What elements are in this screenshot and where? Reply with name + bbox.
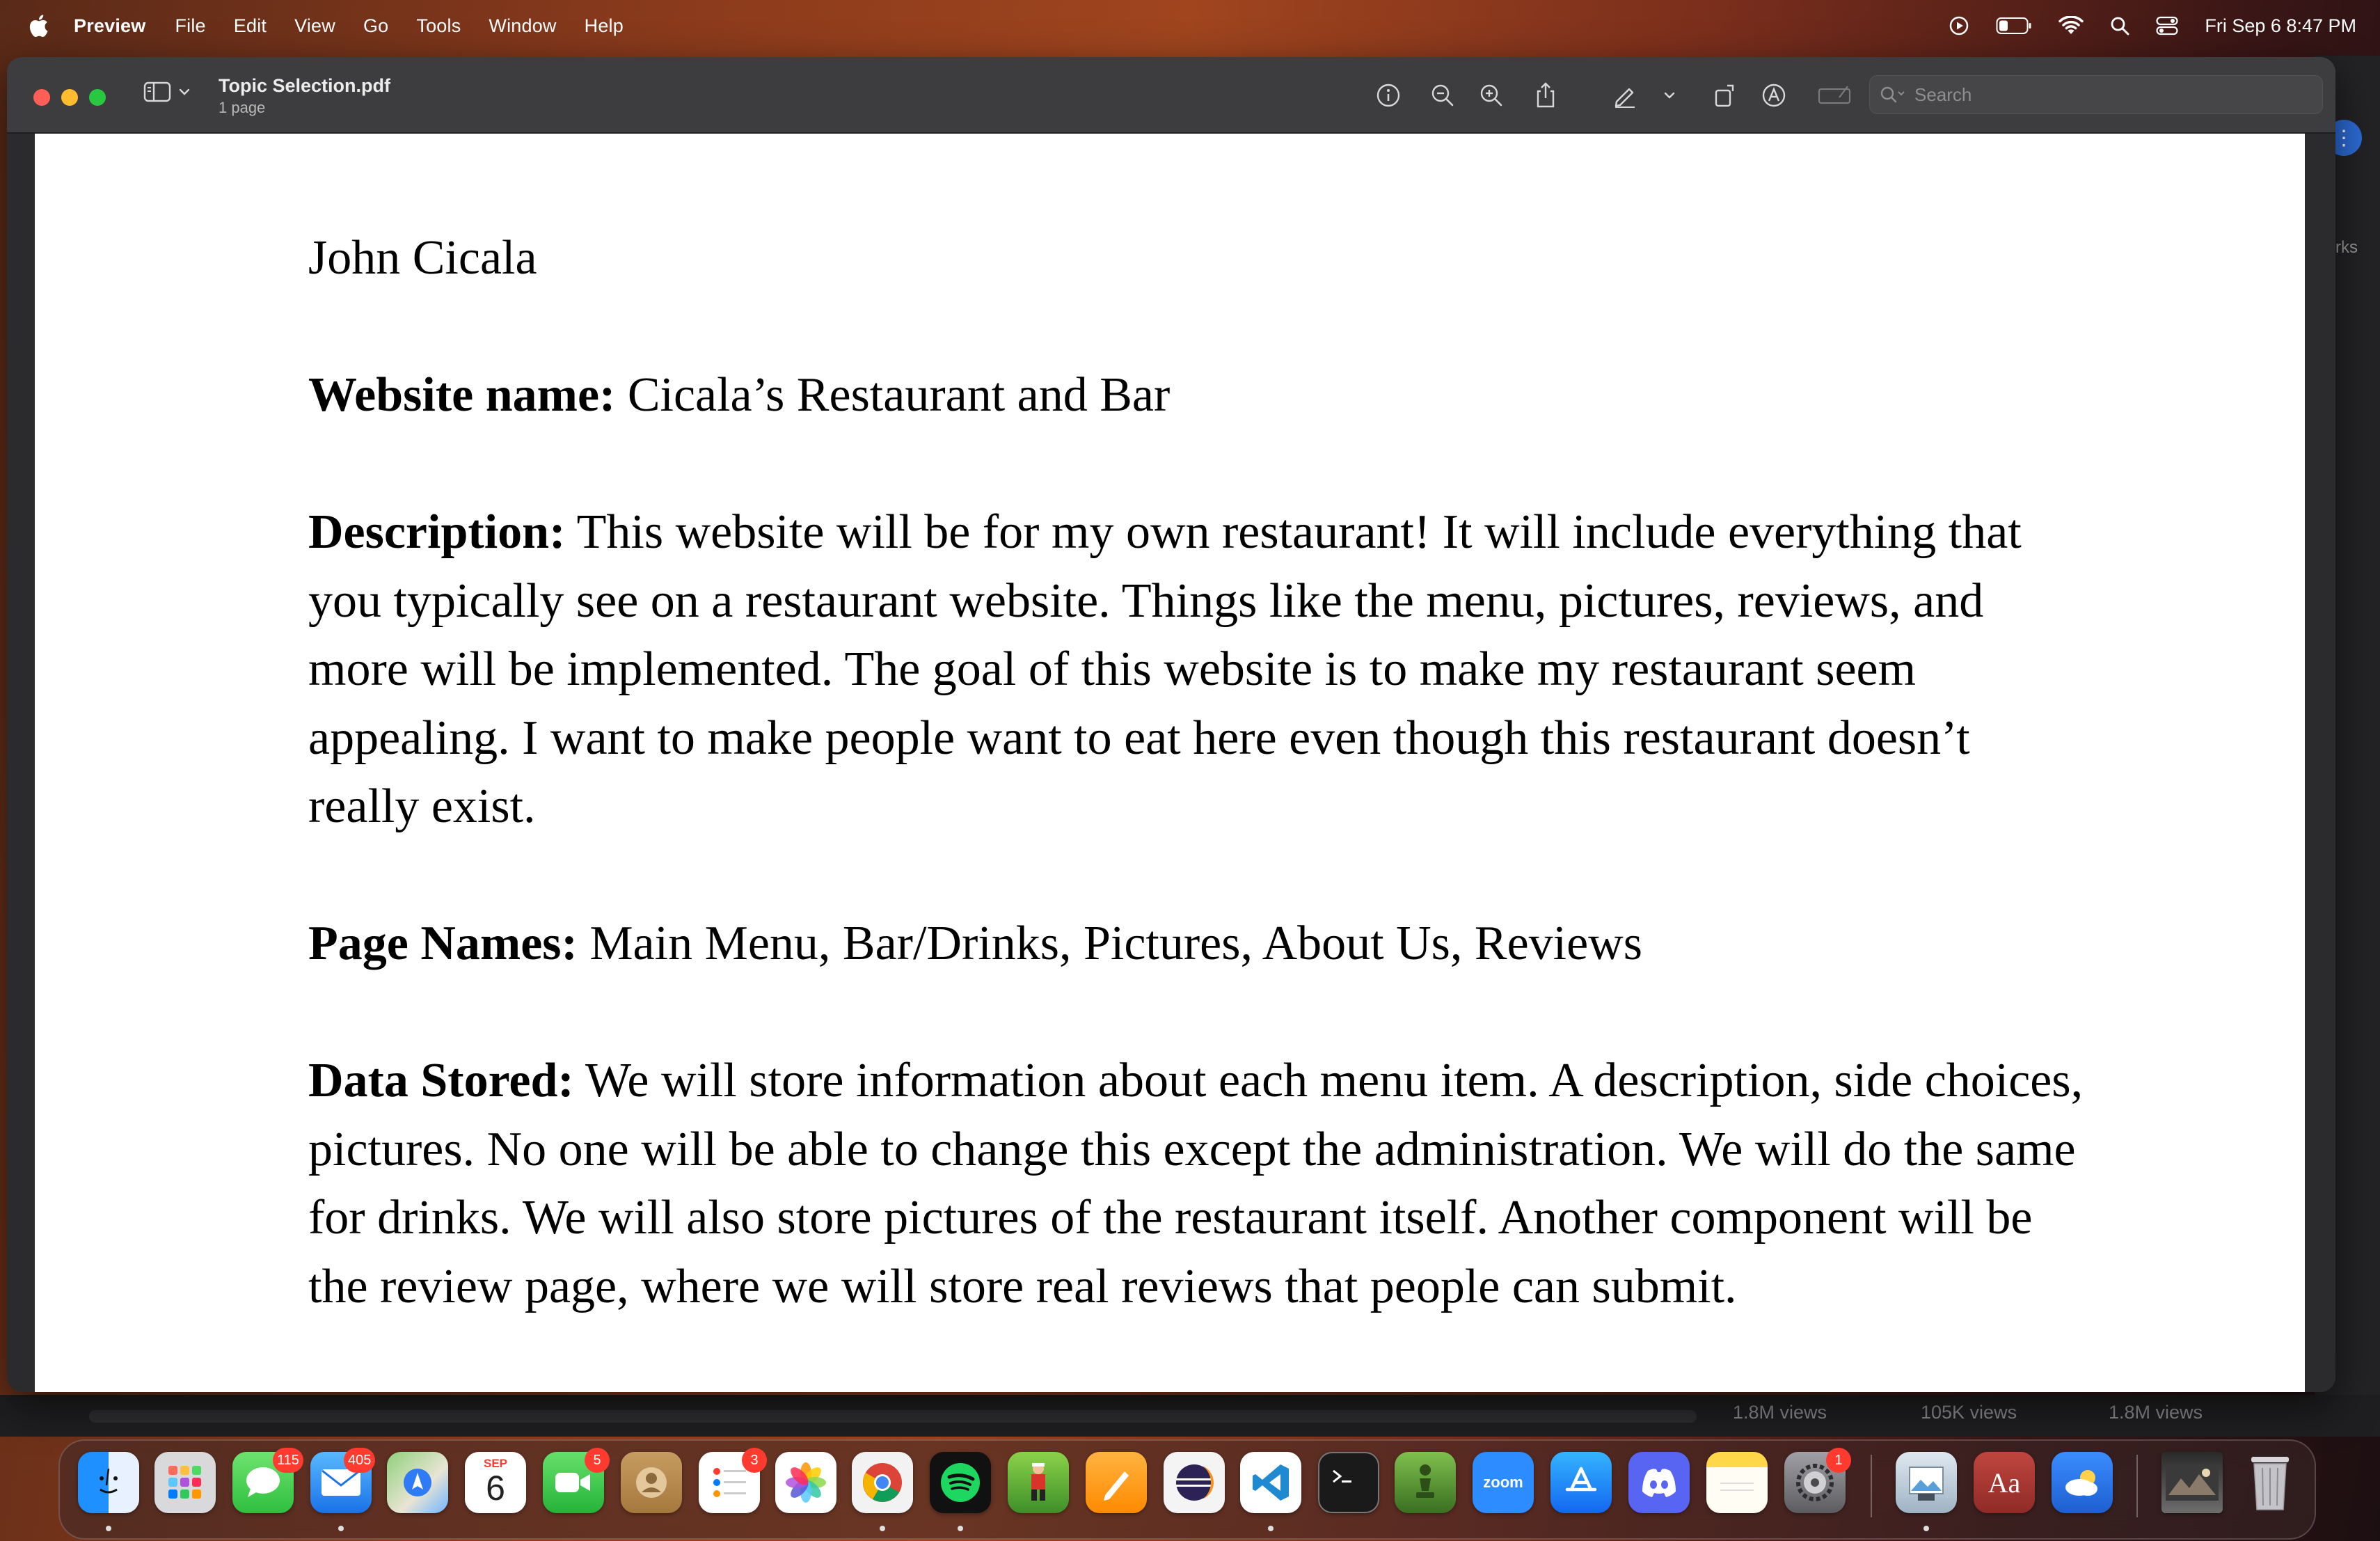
sidebar-icon — [143, 81, 171, 106]
website-name-label: Website name: — [308, 368, 616, 422]
dock-separator — [2136, 1455, 2138, 1517]
reminders-badge: 3 — [742, 1448, 767, 1473]
search-input[interactable] — [1913, 83, 2306, 106]
finder-icon[interactable] — [78, 1452, 139, 1513]
weather-icon[interactable] — [2052, 1452, 2113, 1513]
running-indicator — [338, 1526, 344, 1531]
menu-window[interactable]: Window — [489, 15, 556, 37]
terminal-icon[interactable] — [1318, 1452, 1379, 1513]
pdf-page: John Cicala Website name: Cicala’s Resta… — [35, 134, 2305, 1392]
video-views-label: 1.8M views — [2109, 1402, 2203, 1423]
video-views-label: 105K views — [1921, 1402, 2017, 1423]
search-icon — [1880, 86, 1907, 104]
running-indicator — [106, 1526, 111, 1531]
video-views-label: 1.8M views — [1733, 1402, 1827, 1423]
description-label: Description: — [308, 505, 566, 559]
background-side-label: rks — [2335, 238, 2358, 257]
document-view[interactable]: John Cicala Website name: Cicala’s Resta… — [7, 134, 2335, 1392]
menu-bar: Preview File Edit View Go Tools Window H… — [0, 0, 2380, 52]
photos-icon[interactable] — [775, 1452, 836, 1513]
pages-icon[interactable] — [1086, 1452, 1147, 1513]
menu-help[interactable]: Help — [585, 15, 624, 37]
description-text: This website will be for my own restaura… — [308, 505, 2022, 833]
rotate-icon[interactable] — [1709, 79, 1741, 111]
running-indicator — [1923, 1526, 1929, 1531]
form-fill-icon — [1816, 79, 1853, 111]
menu-tools[interactable]: Tools — [416, 15, 461, 37]
game-app-icon[interactable] — [1008, 1452, 1069, 1513]
chrome-icon[interactable] — [852, 1452, 913, 1513]
chevron-down-icon — [178, 87, 191, 100]
running-indicator — [958, 1526, 963, 1531]
spotlight-search-icon[interactable] — [2110, 16, 2129, 35]
notes-icon[interactable] — [1706, 1452, 1768, 1513]
launchpad-icon[interactable] — [154, 1452, 216, 1513]
website-name-paragraph: Website name: Cicala’s Restaurant and Ba… — [308, 361, 2090, 430]
system-settings-badge: 1 — [1826, 1448, 1851, 1473]
contacts-icon[interactable] — [621, 1452, 682, 1513]
zoom-window-button[interactable] — [89, 89, 106, 106]
data-stored-label: Data Stored: — [308, 1054, 574, 1107]
markup-pen-icon[interactable] — [1609, 79, 1641, 111]
wifi-icon[interactable] — [2058, 16, 2084, 35]
page-names-value: Main Menu, Bar/Drinks, Pictures, About U… — [577, 917, 1642, 970]
running-indicator — [880, 1526, 885, 1531]
zoom-label: zoom — [1483, 1473, 1523, 1491]
sidebar-toggle-button[interactable] — [143, 81, 191, 106]
website-name-value: Cicala’s Restaurant and Bar — [615, 368, 1171, 422]
battery-icon[interactable] — [1996, 17, 2032, 35]
page-names-paragraph: Page Names: Main Menu, Bar/Drinks, Pictu… — [308, 910, 2090, 979]
zoom-icon[interactable]: zoom — [1473, 1452, 1534, 1513]
data-stored-paragraph: Data Stored: We will store information a… — [308, 1047, 2090, 1321]
calendar-day: 6 — [486, 1469, 505, 1508]
menu-edit[interactable]: Edit — [234, 15, 267, 37]
data-stored-text: We will store information about each men… — [308, 1054, 2084, 1313]
control-center-icon[interactable] — [2156, 16, 2178, 35]
menubar-clock[interactable]: Fri Sep 6 8:47 PM — [2205, 15, 2356, 37]
maps-icon[interactable] — [387, 1452, 448, 1513]
document-page-count: 1 page — [219, 99, 266, 116]
eclipse-icon[interactable] — [1164, 1452, 1225, 1513]
chess-icon[interactable] — [1395, 1452, 1456, 1513]
page-names-label: Page Names: — [308, 917, 578, 970]
vscode-icon[interactable] — [1240, 1452, 1301, 1513]
facetime-badge: 5 — [585, 1448, 610, 1473]
menu-file[interactable]: File — [175, 15, 205, 37]
menu-view[interactable]: View — [294, 15, 335, 37]
menu-go[interactable]: Go — [363, 15, 388, 37]
search-field[interactable] — [1869, 75, 2323, 114]
dictionary-icon[interactable]: Aa — [1974, 1452, 2035, 1513]
background-scrollbar[interactable] — [89, 1410, 1697, 1423]
trash-icon[interactable] — [2239, 1452, 2301, 1513]
menu-app-name[interactable]: Preview — [74, 15, 145, 37]
window-toolbar: Topic Selection.pdf 1 page — [7, 57, 2335, 134]
app-store-icon[interactable] — [1550, 1452, 1612, 1513]
dock-separator — [1871, 1455, 1872, 1517]
zoom-in-icon[interactable] — [1475, 79, 1507, 111]
minimize-window-button[interactable] — [61, 89, 78, 106]
downloads-stack-icon[interactable] — [2161, 1452, 2223, 1513]
close-window-button[interactable] — [33, 89, 50, 106]
dictionary-label: Aa — [1988, 1467, 2021, 1499]
info-icon[interactable] — [1372, 79, 1404, 111]
mail-badge: 405 — [344, 1448, 376, 1473]
apple-menu-icon[interactable] — [26, 13, 50, 39]
markup-options-chevron-icon[interactable] — [1659, 79, 1680, 111]
preview-window: Topic Selection.pdf 1 page Search John C… — [7, 57, 2335, 1392]
running-indicator — [1268, 1526, 1274, 1531]
description-paragraph: Description: This website will be for my… — [308, 498, 2090, 841]
calendar-icon[interactable]: SEP 6 — [465, 1452, 526, 1513]
preview-app-icon[interactable] — [1896, 1452, 1957, 1513]
messages-badge: 115 — [273, 1448, 303, 1473]
screen-record-icon[interactable] — [1949, 15, 1969, 36]
spotify-icon[interactable] — [930, 1452, 991, 1513]
document-title[interactable]: Topic Selection.pdf — [219, 75, 390, 97]
annotate-icon[interactable] — [1758, 79, 1790, 111]
background-browser-bottom — [0, 1395, 2380, 1437]
author-name: John Cicala — [308, 231, 537, 285]
discord-icon[interactable] — [1628, 1452, 1690, 1513]
share-icon[interactable] — [1530, 79, 1562, 111]
zoom-out-icon[interactable] — [1427, 79, 1459, 111]
